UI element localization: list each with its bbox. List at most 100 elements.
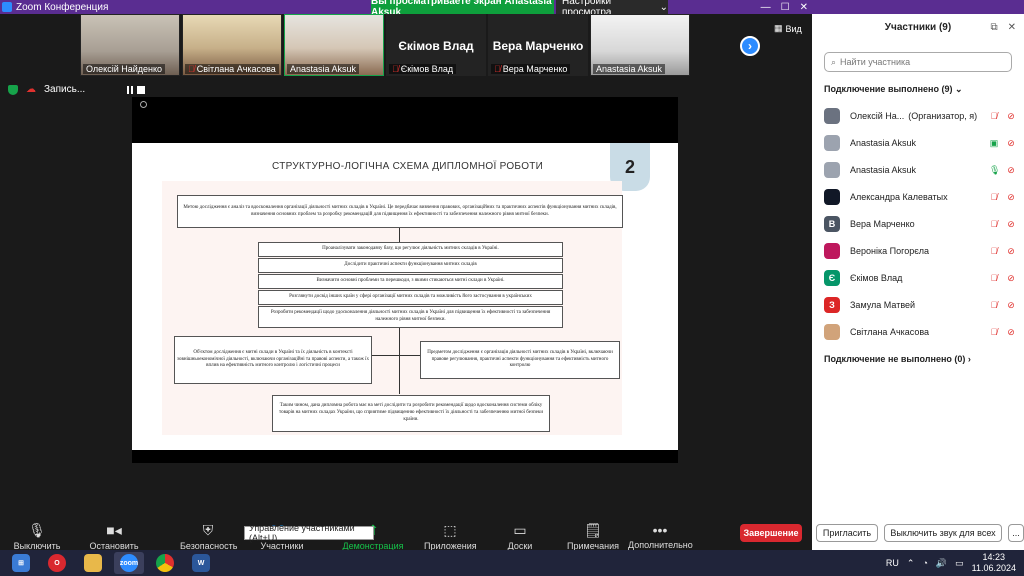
loading-icon [140,101,147,108]
taskbar-app-word[interactable]: W [186,552,216,574]
close-icon[interactable]: ✕ [800,2,808,13]
avatar [824,135,840,151]
participant-row[interactable]: Світлана Ачкасова 🎙̸ ⊘ [824,322,1020,342]
arrow-line [372,355,420,356]
video-thumb[interactable]: Anastasia Aksuk [284,14,384,76]
taskbar-app-chrome[interactable] [150,552,180,574]
not-connected-header[interactable]: Подключение не выполнено (0) › [824,354,971,364]
avatar [824,324,840,340]
participant-name: Anastasia Aksuk [850,138,917,148]
thumb-name: 🎙̸ Світлана Ачкасова [185,64,279,74]
invite-button[interactable]: Пригласить [816,524,878,542]
search-icon: ⌕ [831,56,837,67]
video-off-icon: ⊘ [1007,326,1015,337]
screen-share-icon: ▣ [989,137,999,148]
thumb-name: 🎙̸ Єкімов Влад [389,64,457,74]
mic-off-icon: 🎙̸ [990,326,998,337]
word-icon: W [192,554,210,572]
thumb-big-name: Вера Марченко [492,39,584,53]
minimize-icon[interactable]: — [761,2,771,13]
pause-icon[interactable] [127,85,134,94]
mic-off-icon: 🎙̸ [990,299,998,310]
video-thumb[interactable]: Олексій Найденко [80,14,180,76]
chevron-up-icon[interactable]: ⌃ [907,558,915,569]
maximize-icon[interactable]: ☐ [781,2,790,13]
zoom-icon: zoom [120,554,138,572]
panel-footer: Пригласить Выключить звук для всех ... [816,524,1024,542]
mic-off-icon: 🎙̸ [990,272,998,283]
more-options-button[interactable]: ... [1008,524,1024,542]
taskbar-app-files[interactable] [78,552,108,574]
battery-icon[interactable]: ▭ [955,558,964,569]
video-thumb[interactable]: Anastasia Aksuk [590,14,690,76]
diagram: Метою дослідження є аналіз та вдосконале… [162,181,623,435]
mic-off-icon: 🎙̸ [990,191,998,202]
volume-icon[interactable]: 🔊 [936,558,947,569]
shared-screen: СТРУКТУРНО-ЛОГІЧНА СХЕМА ДИПЛОМНОЇ РОБОТ… [132,97,678,463]
participant-name: Олексій На... (Организатор, я) [850,111,978,121]
taskbar-app-opera[interactable]: O [42,552,72,574]
task-box: Розробити рекомендації щодо удосконаленн… [258,306,563,328]
participant-row[interactable]: Вероніка Погорєла 🎙̸ ⊘ [824,241,1020,261]
more-label: Дополнительно [628,540,693,550]
thumb-name: 🎙̸ Вера Марченко [491,64,571,74]
end-meeting-button[interactable]: Завершение [740,524,802,542]
language-indicator[interactable]: RU [886,558,899,568]
start-button[interactable]: ⊞ [6,552,36,574]
thumb-name: Олексій Найденко [83,64,166,74]
participant-row[interactable]: В Вера Марченко 🎙̸ ⊘ [824,214,1020,234]
video-thumb[interactable]: Вера Марченко 🎙̸ Вера Марченко [488,14,588,76]
conclusion-box: Таким чином, дана дипломна робота має на… [272,395,550,432]
share-banner: Вы просматриваете экран Anastasia Aksuk [371,0,554,18]
participant-row[interactable]: Олексій На... (Организатор, я) 🎙̸ ⊘ [824,106,1020,126]
view-label: Вид [785,23,802,34]
participant-name: Вера Марченко [850,219,915,229]
participant-row[interactable]: Є Єкімов Влад 🎙̸ ⊘ [824,268,1020,288]
video-off-icon: ⊘ [1007,245,1015,256]
more-icon: ••• [652,522,668,538]
stop-icon[interactable] [137,85,146,94]
recording-label: Запись... [44,84,86,95]
popout-icon[interactable]: ⧉ [990,22,997,33]
apps-button[interactable]: ⬚ Приложения [424,522,477,551]
next-page-button[interactable]: › [740,36,760,56]
video-thumb[interactable]: 🎙̸ Світлана Ачкасова [182,14,282,76]
slide-title: СТРУКТУРНО-ЛОГІЧНА СХЕМА ДИПЛОМНОЇ РОБОТ… [272,161,544,172]
mic-off-icon: 🎙̸ [494,64,501,74]
participant-name: Замула Матвей [850,300,916,310]
video-thumb[interactable]: Єкімов Влад 🎙̸ Єкімов Влад [386,14,486,76]
object-box: Об'єктом дослідження є митні склади в Ук… [174,336,372,384]
grid-icon: ▦ [774,23,783,33]
video-off-icon: ⊘ [1007,110,1015,121]
clock-date: 11.06.2024 [971,563,1016,573]
microphone-icon: 🎙 [989,164,1001,175]
avatar: Є [824,270,840,286]
close-icon[interactable]: ✕ [1008,22,1016,33]
task-box: Дослідити практичні аспекти функціонуван… [258,258,563,273]
view-button[interactable]: ▦ Вид [774,23,802,34]
system-tray: RU ⌃ ◔ 🔊 ▭ 14:23 11.06.2024 [886,552,1016,574]
taskbar-app-zoom[interactable]: zoom [114,552,144,574]
app-title-area: Zoom Конференция [0,2,108,13]
wifi-icon[interactable]: ◔ [922,558,927,568]
mute-all-button[interactable]: Выключить звук для всех [884,524,1002,542]
participant-row[interactable]: Anastasia Aksuk ▣ ⊘ [824,133,1020,153]
more-button[interactable]: ••• Дополнительно [628,522,693,550]
participant-row[interactable]: З Замула Матвей 🎙̸ ⊘ [824,295,1020,315]
connected-header[interactable]: Подключение выполнено (9) ⌄ [824,84,963,95]
participant-name: Александра Калеватых [850,192,948,202]
security-button[interactable]: ⛨ Безопасность [180,522,237,551]
notes-button[interactable]: 🗒 Примечания [566,522,620,551]
clock[interactable]: 14:23 11.06.2024 [972,552,1016,574]
mic-off-icon: 🎙̸ [990,110,998,121]
avatar [824,108,840,124]
mic-off-icon: 🎙̸ [188,64,195,74]
app-title: Zoom Конференция [16,1,109,13]
view-settings-dropdown[interactable]: Настройки просмотра ⌄ [556,0,668,18]
search-placeholder: Найти участника [840,57,911,67]
participant-row[interactable]: Anastasia Aksuk 🎙 ⊘ [824,160,1020,180]
participant-row[interactable]: Александра Калеватых 🎙̸ ⊘ [824,187,1020,207]
avatar [824,189,840,205]
arrow-line [399,328,400,394]
search-input[interactable]: ⌕ Найти участника [824,52,1012,72]
